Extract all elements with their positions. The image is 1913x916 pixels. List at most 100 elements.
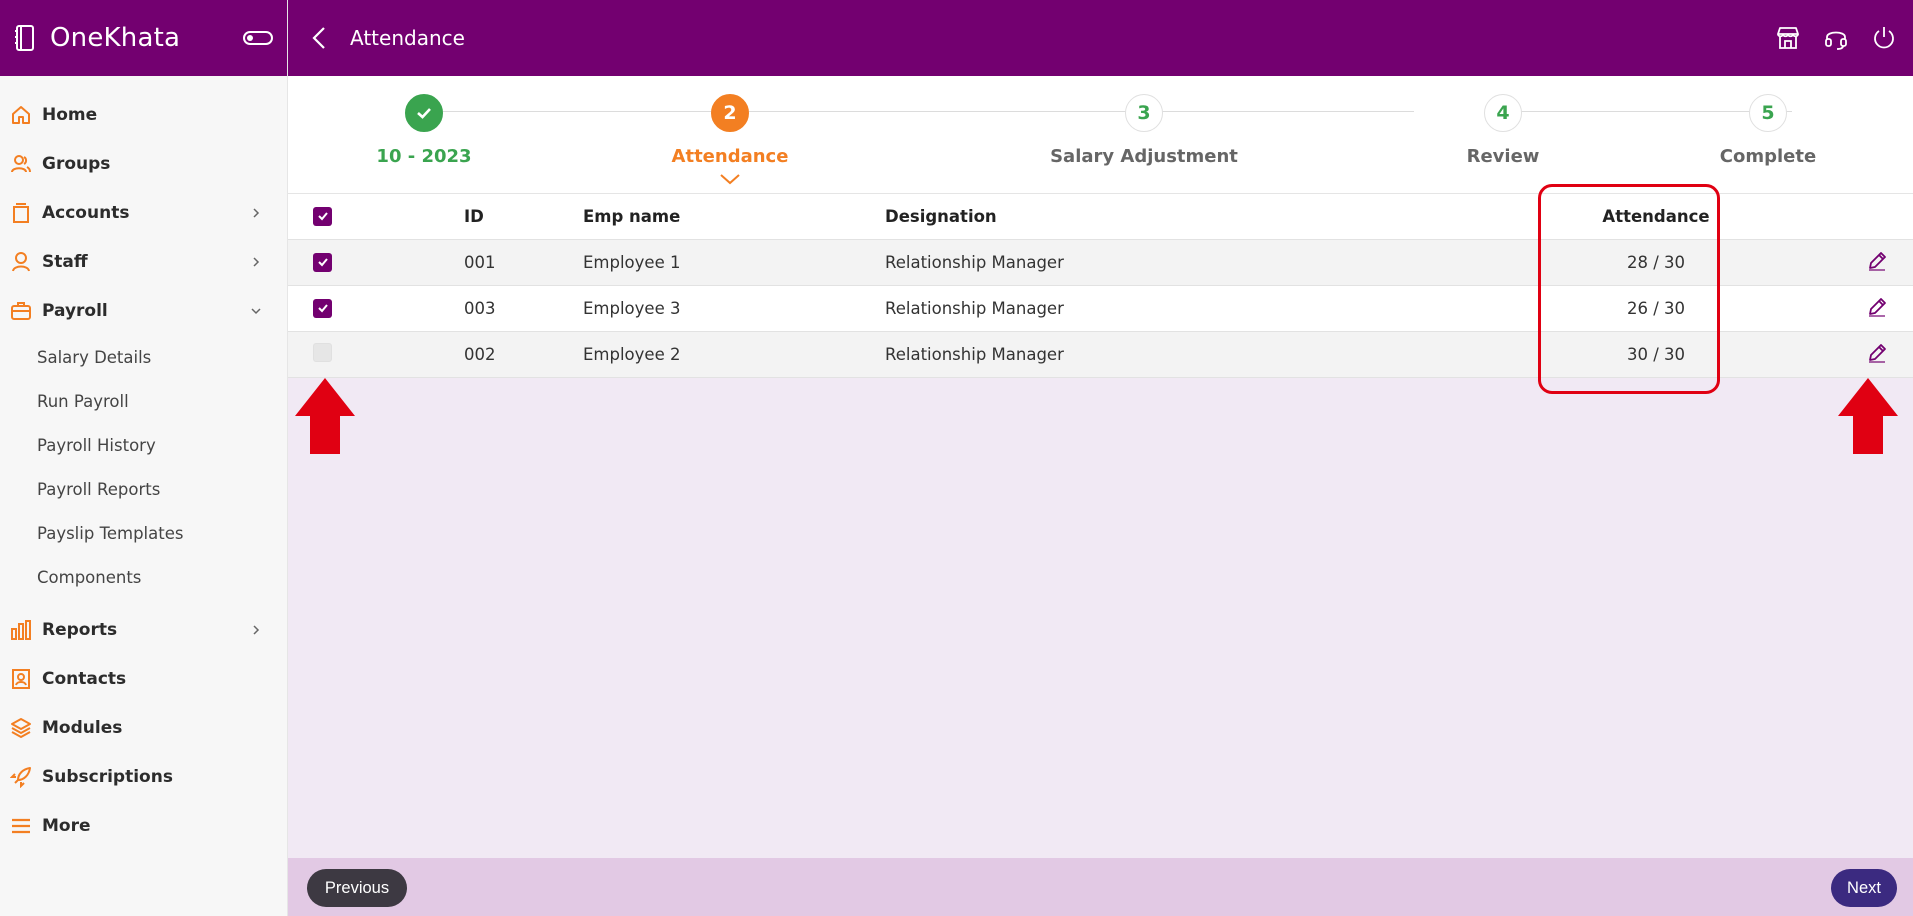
staff-icon <box>12 251 30 271</box>
row-checkbox[interactable] <box>313 298 332 319</box>
home-icon <box>12 105 30 124</box>
previous-button[interactable]: Previous <box>307 869 407 907</box>
step-month[interactable]: 10 - 2023 <box>324 94 524 167</box>
payroll-stepper: 10 - 2023 2 Attendance 3 Salary Adjustme… <box>288 76 1913 194</box>
sidebar-item-payroll[interactable]: Payroll <box>0 286 287 335</box>
table-row: 001 Employee 1 Relationship Manager 28 /… <box>288 240 1913 286</box>
step-circle: 5 <box>1749 94 1787 132</box>
sidebar-item-label: Accounts <box>42 202 130 223</box>
layers-icon <box>11 717 31 738</box>
employee-designation: Relationship Manager <box>885 345 1064 364</box>
step-label: Complete <box>1719 146 1817 167</box>
chevron-right-icon <box>253 624 260 635</box>
sidebar-item-groups[interactable]: Groups <box>0 139 287 188</box>
sidebar-item-label: Modules <box>42 717 123 738</box>
row-checkbox[interactable] <box>313 343 332 366</box>
sidebar: OneKhata Home Groups Accounts Staff Payr… <box>0 0 288 916</box>
sidebar-subitem-salary-details[interactable]: Salary Details <box>0 335 287 379</box>
edit-pencil-icon[interactable] <box>1866 342 1888 368</box>
step-circle-done <box>405 94 443 132</box>
column-header-attendance: Attendance <box>1602 207 1710 226</box>
table-row: 003 Employee 3 Relationship Manager 26 /… <box>288 286 1913 332</box>
step-label: 10 - 2023 <box>376 146 472 167</box>
bar-chart-icon <box>11 619 31 640</box>
headset-icon[interactable] <box>1823 25 1849 51</box>
accounts-icon <box>13 202 29 223</box>
edit-pencil-icon[interactable] <box>1866 250 1888 276</box>
attendance-table: ID Emp name Designation Attendance 001 E… <box>288 194 1913 378</box>
store-icon[interactable] <box>1775 25 1801 51</box>
step-label: Review <box>1466 146 1540 167</box>
next-button[interactable]: Next <box>1831 869 1897 907</box>
sidebar-item-label: Staff <box>42 251 88 272</box>
chevron-down-icon <box>251 307 261 314</box>
sidebar-subitem-run-payroll[interactable]: Run Payroll <box>0 379 287 423</box>
row-checkbox[interactable] <box>313 252 332 273</box>
sidebar-item-label: Reports <box>42 619 118 640</box>
column-header-id: ID <box>464 207 484 226</box>
sidebar-item-modules[interactable]: Modules <box>0 703 287 752</box>
sidebar-item-staff[interactable]: Staff <box>0 237 287 286</box>
sidebar-subitem-components[interactable]: Components <box>0 555 287 599</box>
step-salary-adjustment[interactable]: 3 Salary Adjustment <box>1044 94 1244 167</box>
employee-attendance: 28 / 30 <box>1626 253 1686 272</box>
stepper-connector <box>434 111 1414 112</box>
sidebar-subitem-payroll-reports[interactable]: Payroll Reports <box>0 467 287 511</box>
step-complete[interactable]: 5 Complete <box>1668 94 1868 167</box>
header-actions <box>1775 25 1897 51</box>
page-title: Attendance <box>350 26 465 50</box>
sidebar-nav: Home Groups Accounts Staff Payroll Salar… <box>0 76 287 850</box>
menu-icon <box>12 818 30 833</box>
sidebar-item-reports[interactable]: Reports <box>0 605 287 654</box>
theme-toggle[interactable] <box>243 31 273 45</box>
step-label: Salary Adjustment <box>1050 146 1238 167</box>
notebook-icon <box>15 25 34 51</box>
employee-name: Employee 2 <box>583 345 681 364</box>
chevron-right-icon <box>253 256 260 267</box>
sidebar-item-more[interactable]: More <box>0 801 287 850</box>
power-icon[interactable] <box>1871 25 1897 51</box>
footer-bar: Previous Next <box>288 858 1913 916</box>
sidebar-item-subscriptions[interactable]: Subscriptions <box>0 752 287 801</box>
employee-id: 001 <box>464 253 496 272</box>
sidebar-item-accounts[interactable]: Accounts <box>0 188 287 237</box>
brand-bar: OneKhata <box>0 0 287 76</box>
checkmark-icon <box>317 304 328 313</box>
step-review[interactable]: 4 Review <box>1403 94 1603 167</box>
checkmark-icon <box>317 258 328 267</box>
employee-designation: Relationship Manager <box>885 299 1064 318</box>
table-header-row: ID Emp name Designation Attendance <box>288 194 1913 240</box>
contact-book-icon <box>12 668 30 689</box>
checkmark-icon <box>417 108 431 119</box>
sidebar-item-label: Contacts <box>42 668 127 689</box>
checkmark-icon <box>317 212 328 221</box>
red-arrow-up-icon <box>295 378 355 454</box>
step-attendance[interactable]: 2 Attendance <box>630 94 830 185</box>
employee-id: 003 <box>464 299 496 318</box>
step-label: Attendance <box>671 146 789 167</box>
column-header-designation: Designation <box>885 207 997 226</box>
sidebar-item-label: Payroll <box>42 300 108 321</box>
sidebar-subitem-payroll-history[interactable]: Payroll History <box>0 423 287 467</box>
employee-name: Employee 3 <box>583 299 681 318</box>
top-header: Attendance <box>288 0 1913 76</box>
table-row: 002 Employee 2 Relationship Manager 30 /… <box>288 332 1913 378</box>
column-header-name: Emp name <box>583 207 681 226</box>
select-all-checkbox[interactable] <box>313 206 332 227</box>
chevron-down-icon <box>720 174 740 185</box>
sidebar-item-home[interactable]: Home <box>0 90 287 139</box>
back-arrow-icon[interactable] <box>310 26 330 50</box>
rocket-icon <box>10 766 31 788</box>
sidebar-item-contacts[interactable]: Contacts <box>0 654 287 703</box>
sidebar-item-label: Home <box>42 104 98 125</box>
sidebar-subitem-payslip-templates[interactable]: Payslip Templates <box>0 511 287 555</box>
employee-attendance: 26 / 30 <box>1626 299 1686 318</box>
employee-attendance: 30 / 30 <box>1626 345 1686 364</box>
chevron-right-icon <box>253 207 260 218</box>
groups-icon <box>11 154 31 172</box>
main-content: 10 - 2023 2 Attendance 3 Salary Adjustme… <box>288 76 1913 916</box>
briefcase-icon <box>11 301 31 320</box>
edit-pencil-icon[interactable] <box>1866 296 1888 322</box>
sidebar-item-label: Groups <box>42 153 111 174</box>
step-circle: 3 <box>1125 94 1163 132</box>
